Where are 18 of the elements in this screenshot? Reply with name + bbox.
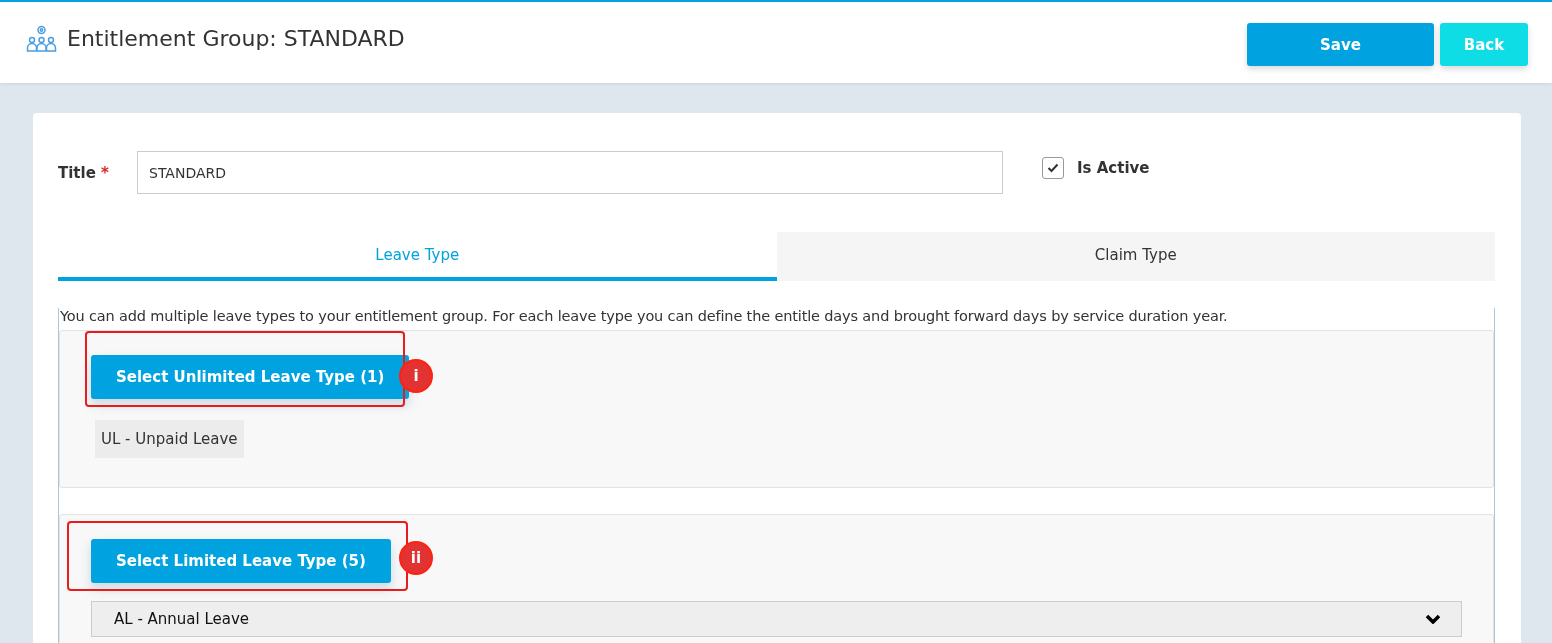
group-settings-icon [26,24,57,53]
annotation-marker: ii [399,541,433,575]
title-input[interactable]: STANDARD [137,151,1003,194]
select-leave-type-button[interactable]: Select Limited Leave Type (5) [91,539,391,583]
description-text: You can add multiple leave types to your entitlement group. For each leave type you can define the entitle days and brought forward days by service duration year. [60,308,1229,324]
annotation-marker: i [399,359,433,393]
is-active-label: Is Active [1077,158,1150,177]
select-leave-type-button[interactable]: Select Unlimited Leave Type (1) [91,355,410,399]
back-button[interactable]: Back [1440,23,1528,66]
tab[interactable]: Claim Type [776,232,1495,281]
accordion-header[interactable]: AL - Annual Leave [91,601,1462,637]
page-title: Entitlement Group: STANDARD [67,26,405,51]
leave-type-tag: UL - Unpaid Leave [95,420,244,458]
check-icon [1047,162,1059,173]
title-label: Title * [58,163,110,182]
is-active-checkbox[interactable] [1042,156,1064,179]
chevron-icon [1425,614,1441,624]
save-button[interactable]: Save [1247,23,1434,66]
